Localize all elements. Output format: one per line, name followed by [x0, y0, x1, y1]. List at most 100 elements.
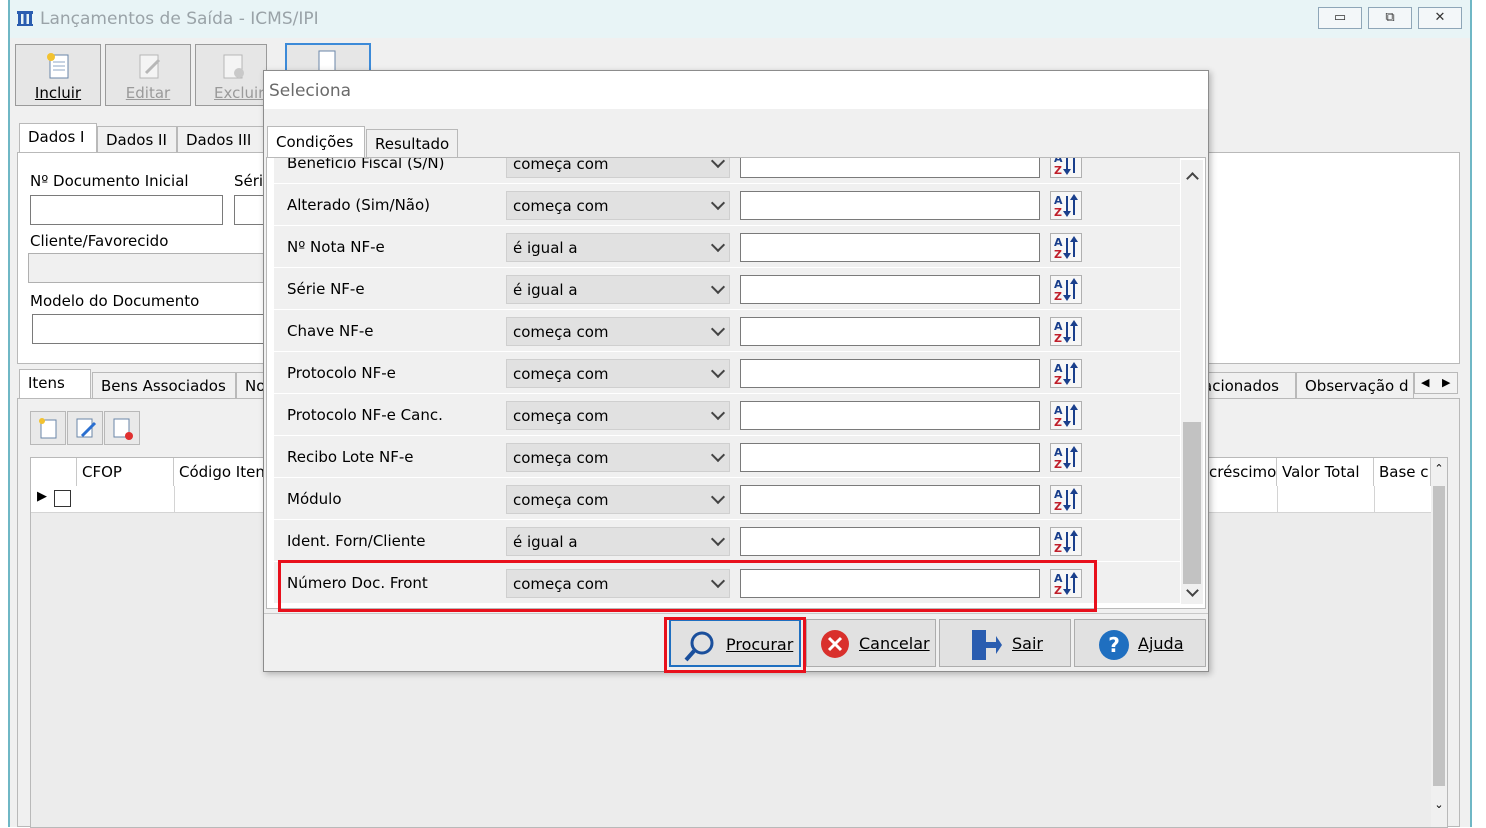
sort-az-button[interactable]: AZ [1050, 485, 1082, 514]
selected-tool-button[interactable] [285, 43, 371, 71]
highlight-procurar [664, 617, 806, 673]
cancelar-button[interactable]: Cancelar [806, 619, 936, 667]
condition-row[interactable]: Protocolo NF-e começa com A Z [274, 352, 1180, 394]
condition-value-input[interactable] [740, 317, 1040, 346]
maximize-button[interactable]: ⧉ [1368, 7, 1412, 29]
editar-button[interactable]: Editar [105, 44, 191, 106]
col-codigo-item[interactable]: Código Iten [174, 458, 274, 486]
condition-row[interactable]: Chave NF-e começa com A Z [274, 310, 1180, 352]
sort-az-button[interactable]: AZ [1050, 191, 1082, 220]
sort-az-button[interactable]: AZ [1050, 317, 1082, 346]
condition-value-input[interactable] [740, 401, 1040, 430]
sort-az-button[interactable]: AZ [1050, 527, 1082, 556]
condition-value-input[interactable] [740, 233, 1040, 262]
chevron-down-icon [710, 279, 726, 295]
tab-acionados[interactable]: acionados [1200, 372, 1296, 400]
condition-operator-select[interactable]: começa com [506, 317, 730, 346]
condition-value-input[interactable] [740, 359, 1040, 388]
condition-value-input[interactable] [740, 485, 1040, 514]
close-button[interactable]: ✕ [1418, 7, 1462, 29]
excluir-button[interactable]: Excluir [195, 44, 267, 106]
condition-row[interactable]: Módulo começa com A Z [274, 478, 1180, 520]
condition-row[interactable]: Benefício Fiscal (S/N) começa com A Z [274, 158, 1180, 184]
sair-button[interactable]: Sair [939, 619, 1071, 667]
scroll-down-icon[interactable] [1181, 584, 1203, 604]
condition-operator-select[interactable]: é igual a [506, 275, 730, 304]
sort-az-button[interactable]: AZ [1050, 158, 1082, 178]
condition-operator-select[interactable]: começa com [506, 359, 730, 388]
tab-scroll-left-icon[interactable]: ◀ [1421, 373, 1429, 393]
condition-row[interactable]: Série NF-e é igual a AZ [274, 268, 1180, 310]
tab-dados-ii[interactable]: Dados II [97, 126, 177, 154]
scroll-down-icon[interactable]: ⌄ [1431, 798, 1447, 812]
sort-az-button[interactable]: AZ [1050, 401, 1082, 430]
sort-az-button[interactable]: AZ [1050, 233, 1082, 262]
tab-observacao[interactable]: Observação d [1296, 372, 1414, 400]
svg-text:Z: Z [1054, 458, 1062, 471]
condition-operator-select[interactable]: começa com [506, 158, 730, 178]
grid-edit-button[interactable] [67, 411, 103, 445]
row-pointer-icon: ▶ [37, 489, 47, 504]
col-acrescimo[interactable]: créscimo [1209, 458, 1277, 486]
scroll-up-icon[interactable] [1181, 166, 1203, 186]
grid-new-button[interactable] [30, 411, 66, 445]
condition-row[interactable]: Nº Nota NF-e é igual a AZ [274, 226, 1180, 268]
condition-operator-select[interactable]: começa com [506, 485, 730, 514]
conditions-scroll-thumb[interactable] [1183, 422, 1201, 584]
condition-row[interactable]: Ident. Forn/Cliente é igual a AZ [274, 520, 1180, 562]
condition-value-input[interactable] [740, 527, 1040, 556]
condition-row[interactable]: Protocolo NF-e Canc. começa com A Z [274, 394, 1180, 436]
condition-field-label: Alterado (Sim/Não) [287, 196, 431, 214]
condition-operator-select[interactable]: é igual a [506, 527, 730, 556]
doc-inicial-input[interactable] [30, 195, 223, 225]
tab-itens[interactable]: Itens [19, 369, 91, 399]
condition-value-input[interactable] [740, 275, 1040, 304]
col-base[interactable]: Base c [1374, 458, 1431, 486]
svg-text:Z: Z [1054, 164, 1062, 177]
ajuda-button[interactable]: ? Ajuda [1074, 619, 1206, 667]
sort-az-button[interactable]: AZ [1050, 275, 1082, 304]
condition-row[interactable]: Alterado (Sim/Não) começa com A Z [274, 184, 1180, 226]
condition-field-label: Recibo Lote NF-e [287, 448, 414, 466]
grid-scroll-thumb[interactable] [1433, 486, 1445, 786]
sort-az-button[interactable]: AZ [1050, 359, 1082, 388]
tab-condicoes[interactable]: Condições [267, 126, 365, 158]
tab-dados-iii[interactable]: Dados III [177, 126, 267, 154]
condition-row[interactable]: Recibo Lote NF-e começa com A Z [274, 436, 1180, 478]
tab-bens-associados[interactable]: Bens Associados [92, 372, 236, 400]
tab-resultado[interactable]: Resultado [366, 129, 458, 158]
ajuda-label: Ajuda [1138, 634, 1184, 653]
condition-operator-select[interactable]: começa com [506, 443, 730, 472]
sair-label: Sair [1012, 634, 1043, 653]
conditions-vscrollbar[interactable] [1181, 160, 1203, 604]
sort-az-button[interactable]: AZ [1050, 443, 1082, 472]
highlight-last-row [278, 560, 1097, 612]
new-item-icon [39, 418, 57, 439]
condition-operator-select[interactable]: começa com [506, 401, 730, 430]
minimize-button[interactable]: ▭ [1318, 7, 1362, 29]
condition-value-input[interactable] [740, 191, 1040, 220]
condition-value-input[interactable] [740, 158, 1040, 178]
col-cfop[interactable]: CFOP [77, 458, 174, 486]
tab-scroll-buttons[interactable]: ◀ ▶ [1414, 372, 1458, 394]
scroll-up-icon[interactable]: ⌃ [1431, 462, 1447, 476]
new-document-icon [47, 53, 69, 79]
sort-az-icon: AZ [1054, 194, 1078, 219]
grid-delete-button[interactable] [104, 411, 140, 445]
col-valor-total[interactable]: Valor Total [1277, 458, 1374, 486]
cliente-input[interactable] [28, 253, 274, 283]
condition-operator-select[interactable]: começa com [506, 191, 730, 220]
condition-operator-value: começa com [513, 365, 609, 383]
modelo-input[interactable] [32, 314, 274, 344]
condition-value-input[interactable] [740, 443, 1040, 472]
row-checkbox[interactable] [54, 490, 71, 507]
tab-dados-i[interactable]: Dados I [19, 123, 97, 153]
tab-scroll-right-icon[interactable]: ▶ [1442, 373, 1450, 393]
incluir-button[interactable]: Incluir [15, 44, 101, 106]
dialog-title: Seleciona [269, 81, 352, 101]
condition-operator-select[interactable]: é igual a [506, 233, 730, 262]
serie-label: Séri [234, 172, 264, 190]
condition-operator-value: é igual a [513, 239, 578, 257]
grid-vscrollbar[interactable]: ⌃ ⌄ [1431, 458, 1447, 827]
sort-az-icon: AZ [1054, 320, 1078, 345]
